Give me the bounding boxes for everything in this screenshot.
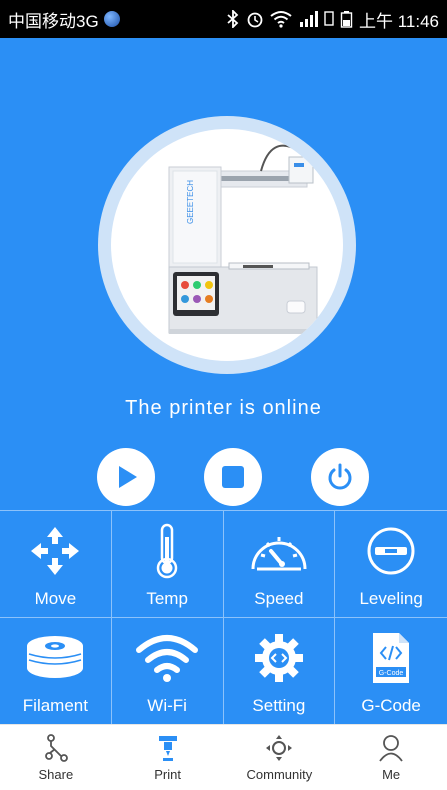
tile-label: Setting — [252, 696, 306, 715]
bluetooth-icon — [227, 10, 239, 28]
stop-icon — [222, 466, 244, 488]
alarm-icon — [247, 12, 263, 28]
gcode-file-icon: G-Code — [373, 633, 410, 683]
function-grid: Move Temp Speed Leveling Filament Wi-Fi … — [0, 510, 447, 724]
printer-image-ring: GEEETECH — [98, 116, 356, 374]
tab-label: Community — [246, 767, 313, 782]
stop-button[interactable] — [204, 448, 262, 506]
cell-signal-icon — [299, 11, 318, 27]
tile-setting[interactable]: Setting — [223, 617, 336, 724]
tab-me[interactable]: Me — [335, 725, 447, 790]
battery-icon — [340, 11, 353, 28]
tab-community[interactable]: Community — [224, 725, 336, 790]
tile-label: Wi-Fi — [147, 696, 187, 715]
carrier-label: 中国移动3G — [8, 11, 99, 31]
person-icon — [379, 735, 403, 762]
printer-status-text: The printer is online — [125, 397, 322, 419]
tab-share[interactable]: Share — [0, 725, 112, 790]
play-icon — [119, 466, 137, 488]
power-button[interactable] — [311, 448, 369, 506]
tile-gcode[interactable]: G-Code G-Code — [335, 617, 447, 724]
wifi-icon — [136, 635, 199, 682]
move-arrows-icon — [31, 527, 80, 575]
wifi-signal-icon — [270, 11, 292, 28]
print-icon — [158, 736, 177, 761]
power-icon — [328, 463, 352, 490]
level-icon — [367, 527, 415, 575]
tile-label: Leveling — [359, 589, 423, 608]
printer-status-panel: GEEETECH The printer is online — [0, 38, 447, 510]
bottom-tab-bar: Share Print Community Me — [0, 724, 447, 790]
printer-image: GEEETECH — [111, 129, 343, 361]
clock-label: 上午 11:46 — [358, 11, 439, 31]
tab-label: Print — [154, 767, 181, 782]
tile-label: Speed — [254, 589, 304, 608]
printer-illustration: GEEETECH — [168, 144, 318, 334]
tile-move[interactable]: Move — [0, 510, 112, 617]
thermometer-icon — [156, 523, 178, 579]
tile-label: Temp — [146, 589, 188, 608]
svg-text:GEEETECH: GEEETECH — [186, 180, 195, 224]
tile-filament[interactable]: Filament — [0, 617, 112, 724]
status-bar: 中国移动3G 上午 11:46 — [0, 0, 447, 38]
gcode-icon-text: G-Code — [379, 670, 404, 677]
tab-label: Share — [38, 767, 74, 782]
play-button[interactable] — [97, 448, 155, 506]
tile-label: G-Code — [361, 696, 421, 715]
gear-icon — [254, 634, 303, 682]
globe-icon — [103, 11, 120, 27]
tile-label: Filament — [22, 696, 88, 715]
tile-temp[interactable]: Temp — [111, 510, 224, 617]
tile-label: Move — [34, 589, 77, 608]
sim-icon — [324, 11, 334, 26]
filament-spool-icon — [27, 636, 84, 678]
speedometer-icon — [251, 537, 307, 571]
community-icon — [266, 735, 293, 761]
tile-wifi[interactable]: Wi-Fi — [111, 617, 224, 724]
share-icon — [44, 734, 68, 762]
tab-print[interactable]: Print — [112, 725, 224, 790]
tile-leveling[interactable]: Leveling — [335, 510, 447, 617]
tab-label: Me — [382, 767, 401, 782]
tile-speed[interactable]: Speed — [223, 510, 336, 617]
